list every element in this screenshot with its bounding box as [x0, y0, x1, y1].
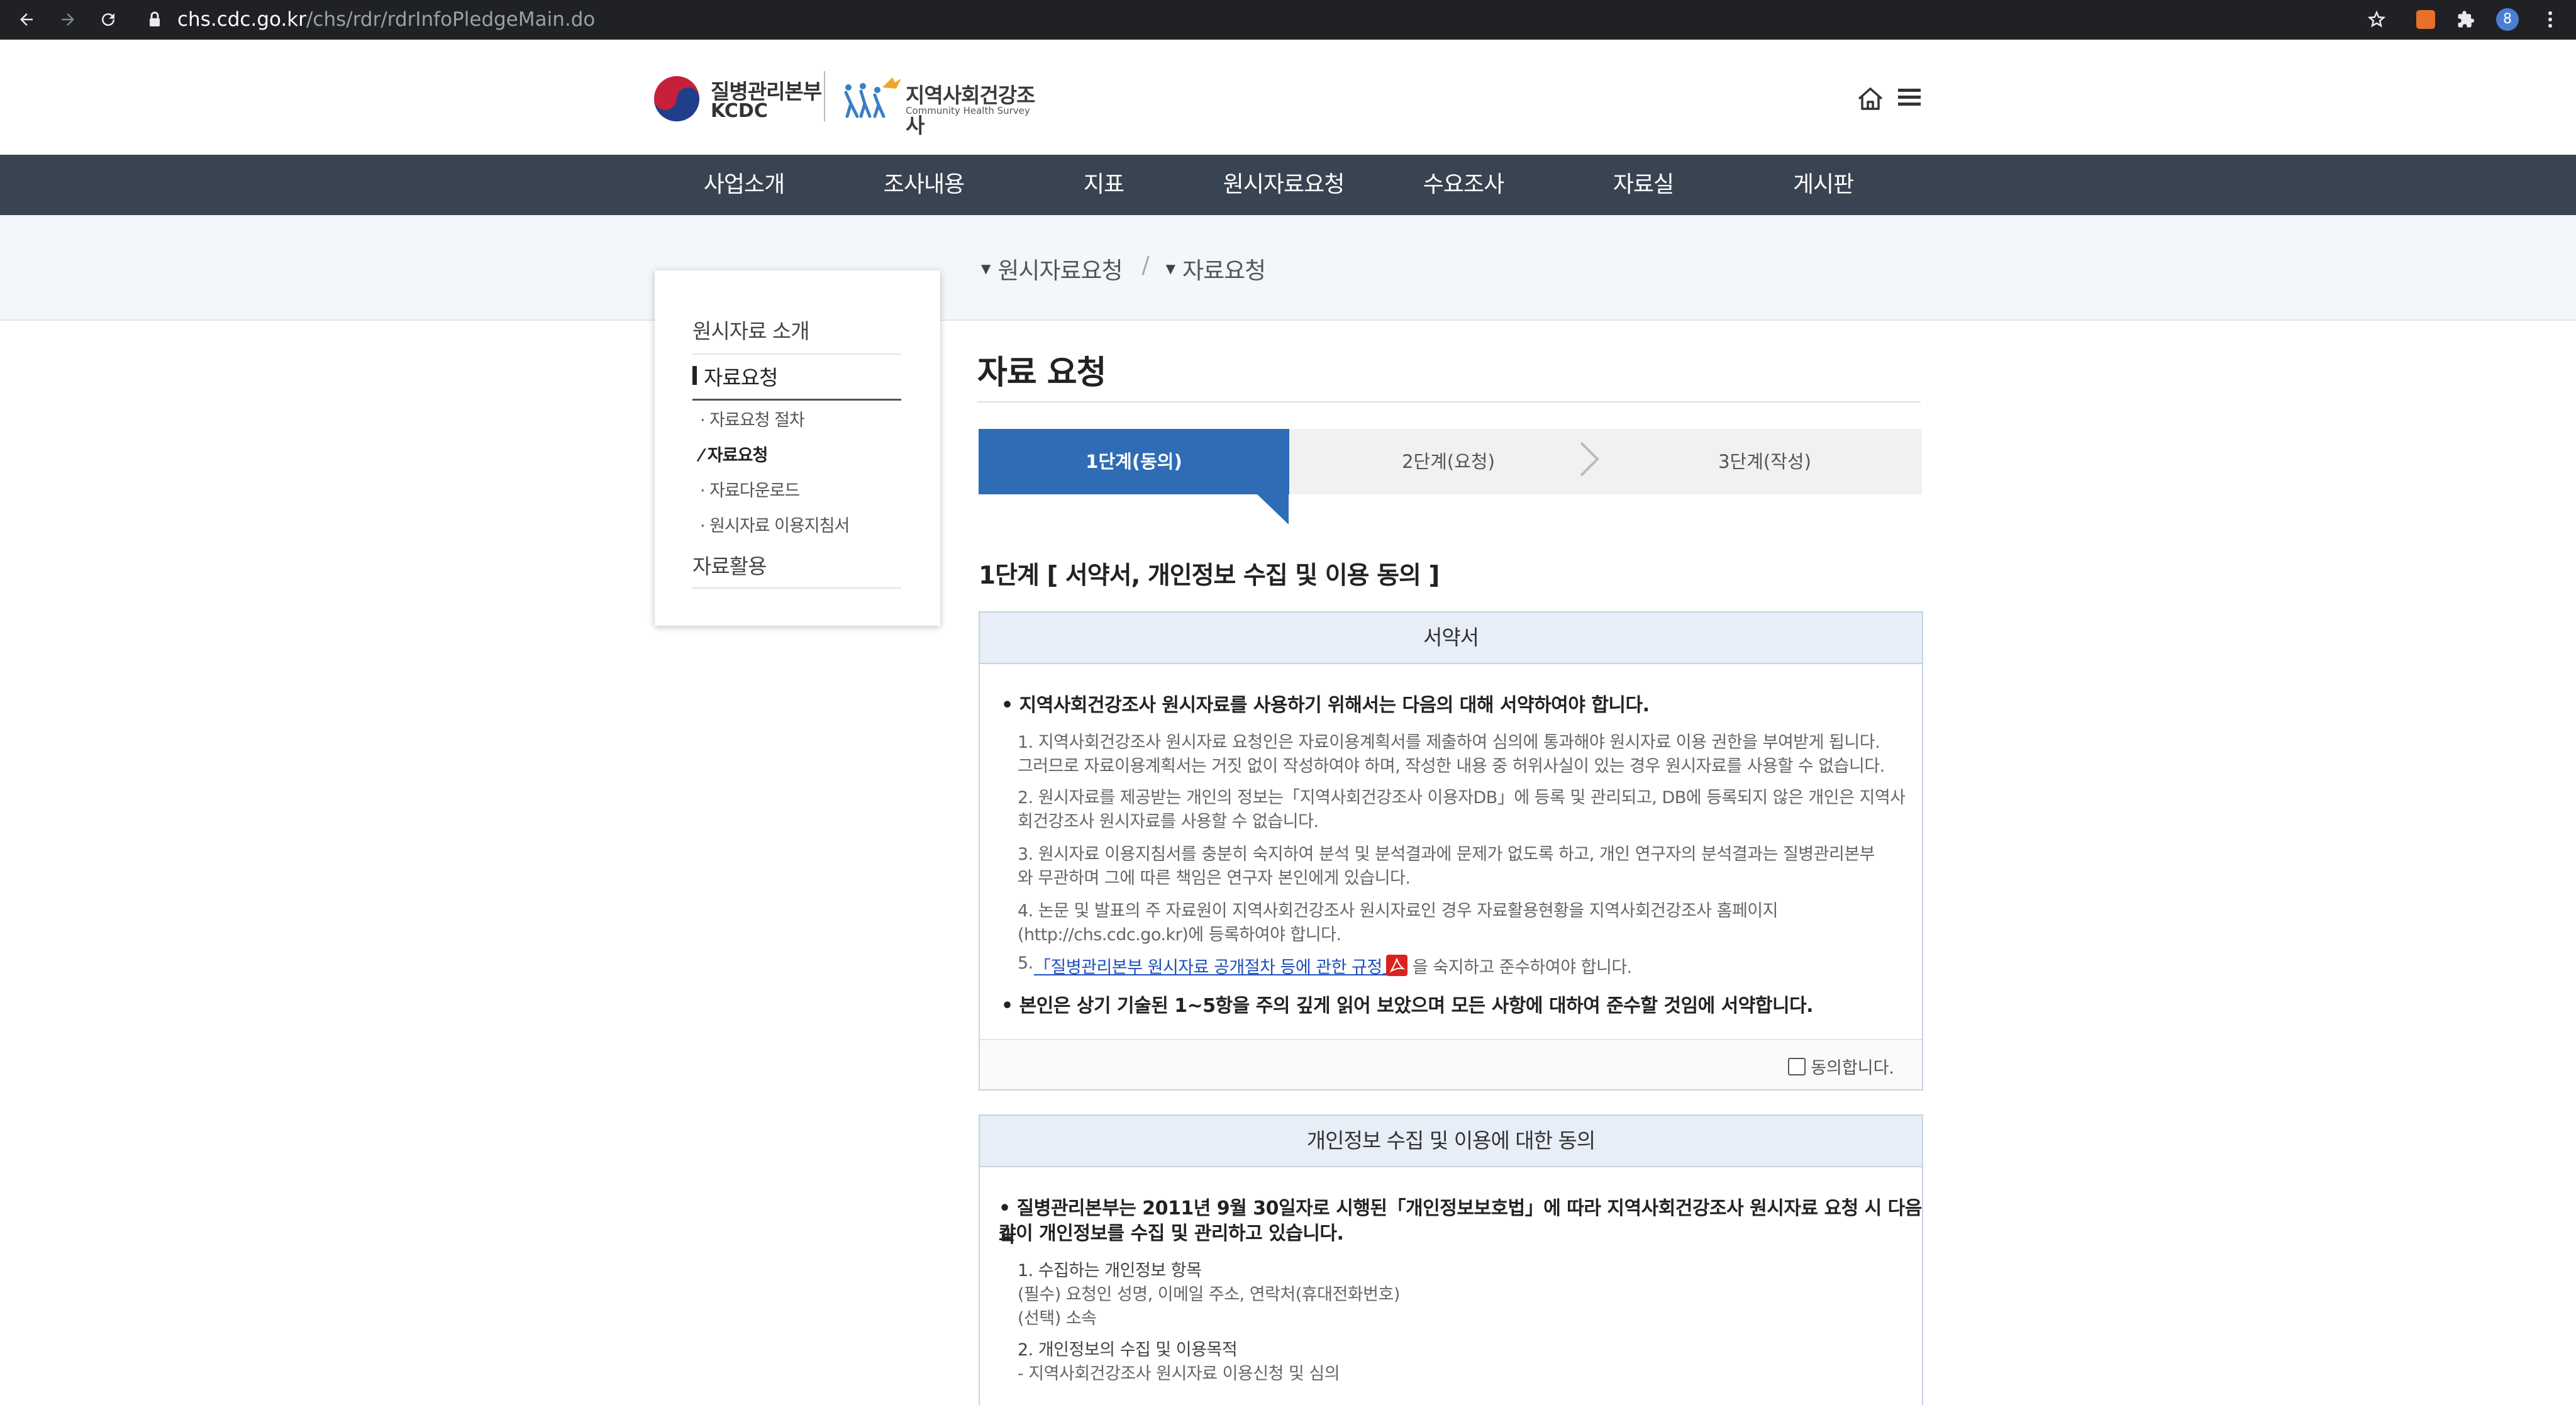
privacy-line: 2. 개인정보의 수집 및 이용목적	[1018, 1340, 1238, 1360]
site-header: 질병관리본부 KCDC 지역사회건강조사 Community Health Su…	[0, 40, 2576, 155]
chs-logo[interactable]: 지역사회건강조사 Community Health Survey	[840, 70, 1047, 138]
active-step-pointer	[1257, 494, 1289, 525]
pledge-line: (http://chs.cdc.go.kr)에 등록하여야 합니다.	[1018, 925, 1341, 945]
breadcrumb-label: 원시자료요청	[997, 257, 1123, 284]
pledge-agree-label: 동의합니다.	[1811, 1058, 1894, 1078]
left-sidebar: 원시자료 소개 자료요청 · 자료요청 절차 ⁄ 자료요청 · 자료다운로드 ·…	[655, 270, 940, 626]
pledge-footer: 동의합니다.	[980, 1039, 1922, 1089]
nav-item-board[interactable]: 게시판	[1733, 155, 1913, 215]
privacy-panel-header: 개인정보 수집 및 이용에 대한 동의	[980, 1116, 1922, 1167]
breadcrumb: ▼ 원시자료요청 / ▼ 자료요청	[981, 252, 1267, 286]
sidebar-subitem-data-download[interactable]: · 자료다운로드	[700, 477, 800, 501]
breadcrumb-item-data-request[interactable]: ▼ 자료요청	[1165, 252, 1267, 286]
url-path: /chs/rdr/rdrInfoPledgeMain.do	[306, 8, 596, 31]
chs-logo-english: Community Health Survey	[906, 105, 1030, 116]
nav-item-indicators[interactable]: 지표	[1014, 155, 1194, 215]
back-arrow-icon[interactable]	[13, 6, 40, 33]
page-title: 자료 요청	[977, 354, 1106, 392]
privacy-line: 1. 수집하는 개인정보 항목	[1018, 1261, 1202, 1280]
pledge-intro: • 지역사회건강조사 원시자료를 사용하기 위해서는 다음의 대해 서약하여야 …	[1001, 694, 1650, 716]
step-indicator: 1단계(동의) 2단계(요청) 3단계(작성)	[979, 429, 1922, 494]
people-figures-icon	[844, 77, 901, 118]
privacy-line: (필수) 요청인 성명, 이메일 주소, 연락처(휴대전화번호)	[1018, 1285, 1400, 1304]
sidebar-subitem-label: 원시자료 이용지침서	[709, 516, 850, 536]
taegeuk-emblem-icon	[654, 76, 699, 121]
bookmark-star-icon[interactable]	[2363, 6, 2390, 33]
pledge-line-5-suffix: 을 숙지하고 준수하여야 합니다.	[1413, 958, 1632, 977]
logo-divider	[824, 71, 825, 121]
reload-icon[interactable]	[94, 6, 122, 33]
nav-item-business-intro[interactable]: 사업소개	[654, 155, 834, 215]
lock-icon	[148, 11, 161, 28]
divider	[692, 587, 901, 589]
sidebar-subitem-label: 자료요청 절차	[709, 411, 805, 430]
pledge-closing: • 본인은 상기 기술된 1~5항을 주의 깊게 읽어 보았으며 모든 사항에 …	[1001, 995, 1814, 1017]
browser-toolbar: chs.cdc.go.kr/chs/rdr/rdrInfoPledgeMain.…	[0, 0, 2576, 40]
breadcrumb-separator: /	[1141, 252, 1150, 279]
pledge-line: 1. 지역사회건강조사 원시자료 요청인은 자료이용계획서를 제출하여 심의에 …	[1018, 733, 1880, 752]
breadcrumb-item-raw-data[interactable]: ▼ 원시자료요청	[981, 252, 1123, 286]
pledge-panel: 서약서 • 지역사회건강조사 원시자료를 사용하기 위해서는 다음의 대해 서약…	[979, 611, 1923, 1091]
divider	[692, 399, 901, 401]
forward-arrow-icon[interactable]	[54, 6, 82, 33]
privacy-line: (선택) 소속	[1018, 1309, 1097, 1328]
kcdc-logo-english: KCDC	[711, 100, 768, 122]
pledge-line: 4. 논문 및 발표의 주 자료원이 지역사회건강조사 원시자료인 경우 자료활…	[1018, 901, 1778, 921]
caret-down-icon: ▼	[1165, 261, 1175, 276]
sidebar-item-data-utilization[interactable]: 자료활용	[692, 550, 901, 580]
step-2-request: 2단계(요청)	[1402, 451, 1495, 472]
caret-down-icon: ▼	[981, 261, 991, 276]
pdf-file-icon[interactable]	[1386, 955, 1407, 976]
nav-item-demand-survey[interactable]: 수요조사	[1374, 155, 1553, 215]
checkbox-box[interactable]	[1788, 1057, 1806, 1075]
profile-avatar[interactable]: 8	[2494, 6, 2521, 33]
privacy-intro: 같이 개인정보를 수집 및 관리하고 있습니다.	[999, 1223, 1344, 1245]
pledge-line: 와 무관하며 그에 따른 책임은 연구자 본인에게 있습니다.	[1018, 869, 1411, 888]
address-bar[interactable]: chs.cdc.go.kr/chs/rdr/rdrInfoPledgeMain.…	[177, 5, 595, 34]
nav-item-raw-data-request[interactable]: 원시자료요청	[1194, 155, 1374, 215]
hamburger-menu-icon[interactable]	[1897, 85, 1922, 110]
pledge-agree-checkbox[interactable]: 동의합니다.	[1788, 1054, 1894, 1079]
main-navigation: 사업소개 조사내용 지표 원시자료요청 수요조사 자료실 게시판	[0, 155, 2576, 215]
home-icon[interactable]	[1855, 84, 1885, 114]
sidebar-subitem-request-procedure[interactable]: · 자료요청 절차	[700, 406, 805, 431]
sidebar-subitem-raw-data-guide[interactable]: · 원시자료 이용지침서	[700, 512, 850, 536]
sub-header-band	[0, 215, 2576, 321]
pledge-line: 3. 원시자료 이용지침서를 충분히 숙지하여 분석 및 분석결과에 문제가 없…	[1018, 845, 1875, 864]
title-divider	[977, 401, 1921, 403]
pledge-line: 그러므로 자료이용계획서는 거짓 없이 작성하여야 하며, 작성한 내용 중 허…	[1018, 757, 1885, 776]
stage-title: 1단계 [ 서약서, 개인정보 수집 및 이용 동의 ]	[979, 562, 1440, 590]
pledge-line: 2. 원시자료를 제공받는 개인의 정보는「지역사회건강조사 이용자DB」에 등…	[1018, 788, 1906, 808]
nav-item-resources[interactable]: 자료실	[1553, 155, 1733, 215]
sidebar-item-data-request[interactable]: 자료요청	[704, 361, 913, 391]
kcdc-logo[interactable]: 질병관리본부 KCDC	[653, 69, 829, 125]
url-host: chs.cdc.go.kr	[177, 8, 306, 31]
privacy-consent-panel: 개인정보 수집 및 이용에 대한 동의 • 질병관리본부는 2011년 9월 3…	[979, 1114, 1923, 1405]
extensions-puzzle-icon[interactable]	[2453, 6, 2479, 33]
pencil-icon: ⁄	[700, 446, 708, 465]
pledge-panel-header: 서약서	[980, 613, 1922, 664]
breadcrumb-label: 자료요청	[1182, 257, 1266, 284]
regulation-link[interactable]: 「질병관리본부 원시자료 공개절차 등에 관한 규정」	[1034, 953, 1399, 978]
step-3-write: 3단계(작성)	[1718, 451, 1811, 472]
sidebar-subitem-data-request[interactable]: ⁄ 자료요청	[700, 441, 768, 466]
sidebar-item-raw-data-intro[interactable]: 원시자료 소개	[692, 314, 901, 345]
privacy-line: - 지역사회건강조사 원시자료 이용신청 및 심의	[1018, 1364, 1340, 1384]
chevron-right-icon	[1580, 441, 1599, 477]
pledge-line-5-prefix: 5.	[1018, 953, 1033, 973]
extension-badge-icon[interactable]	[2412, 6, 2439, 33]
active-marker	[692, 366, 697, 385]
step-1-consent: 1단계(동의)	[979, 429, 1289, 494]
sidebar-subitem-label: 자료다운로드	[709, 481, 800, 501]
sidebar-subitem-label: 자료요청	[707, 446, 768, 465]
pledge-line: 회건강조사 원시자료를 사용할 수 없습니다.	[1018, 812, 1319, 831]
divider	[692, 353, 901, 355]
nav-item-survey-content[interactable]: 조사내용	[834, 155, 1014, 215]
browser-menu-icon[interactable]	[2537, 6, 2563, 33]
